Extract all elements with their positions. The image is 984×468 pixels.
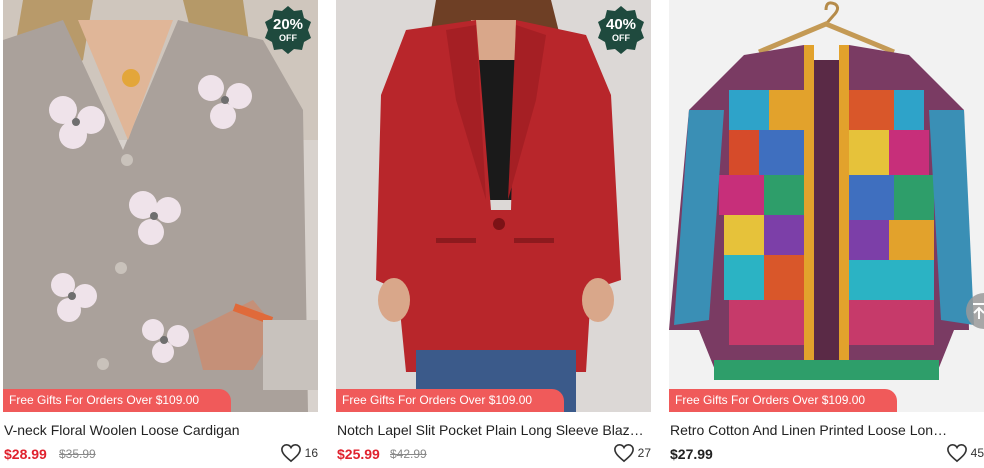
back-to-top-icon [973, 303, 984, 319]
heart-outline-icon [613, 443, 634, 463]
original-price: $35.99 [59, 447, 96, 461]
sale-price: $28.99 [4, 446, 47, 462]
discount-off-label: OFF [612, 33, 630, 43]
favorite-count: 27 [637, 446, 651, 460]
favorite-button[interactable]: 16 [280, 441, 318, 465]
original-price: $42.99 [390, 447, 427, 461]
sale-price: $25.99 [337, 446, 380, 462]
product-image[interactable] [669, 0, 984, 412]
product-image[interactable] [336, 0, 651, 412]
discount-badge: 20% OFF [263, 5, 313, 55]
discount-percent: 40% [605, 16, 637, 33]
heart-outline-icon [280, 443, 301, 463]
promo-banner: Free Gifts For Orders Over $109.00 [3, 389, 231, 412]
product-image[interactable] [3, 0, 318, 412]
favorite-count: 45 [970, 446, 984, 460]
discount-off-label: OFF [279, 33, 297, 43]
product-title[interactable]: V-neck Floral Woolen Loose Cardigan [4, 421, 316, 439]
product-card[interactable]: Free Gifts For Orders Over $109.00 Retro… [669, 0, 984, 468]
promo-banner: Free Gifts For Orders Over $109.00 [336, 389, 564, 412]
sale-price: $27.99 [670, 446, 713, 462]
product-card[interactable]: 40% OFF Free Gifts For Orders Over $109.… [336, 0, 651, 468]
discount-percent: 20% [272, 16, 304, 33]
favorite-button[interactable]: 27 [613, 441, 651, 465]
promo-banner: Free Gifts For Orders Over $109.00 [669, 389, 897, 412]
favorite-button[interactable]: 45 [946, 441, 984, 465]
heart-outline-icon [946, 443, 967, 463]
product-title[interactable]: Retro Cotton And Linen Printed Loose Lon… [670, 421, 952, 439]
product-card[interactable]: 20% OFF Free Gifts For Orders Over $109.… [3, 0, 318, 468]
product-grid: 20% OFF Free Gifts For Orders Over $109.… [0, 0, 984, 468]
favorite-count: 16 [304, 446, 318, 460]
discount-badge: 40% OFF [596, 5, 646, 55]
product-title[interactable]: Notch Lapel Slit Pocket Plain Long Sleev… [337, 421, 649, 439]
